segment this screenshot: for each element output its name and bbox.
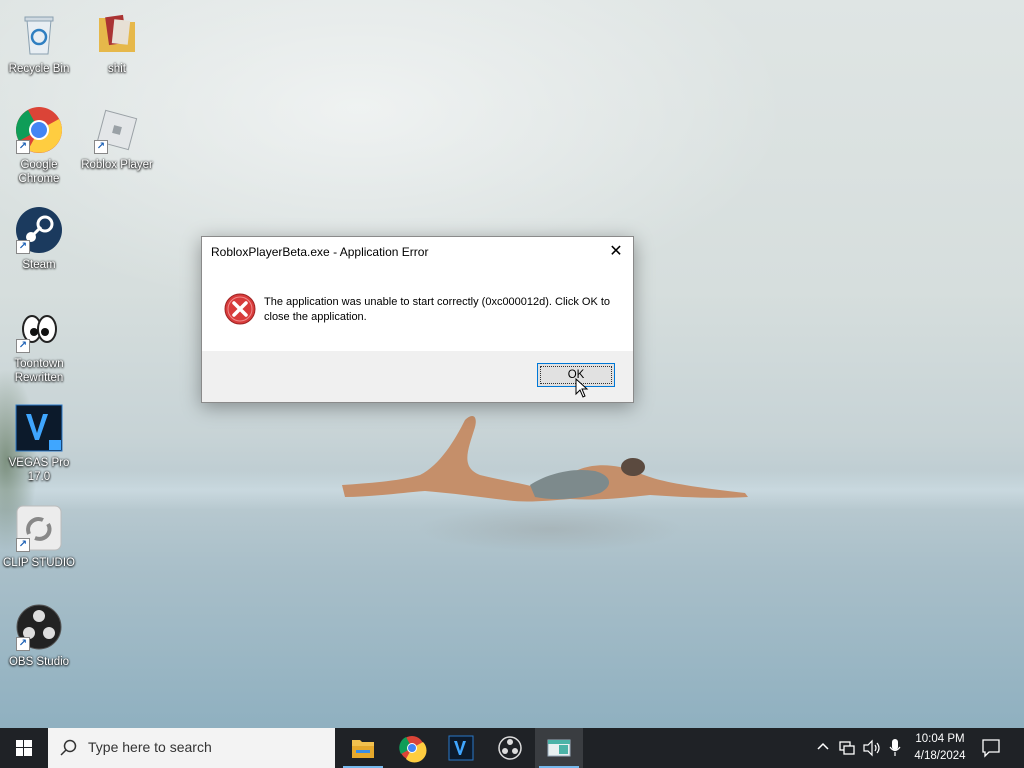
desktop-icon-toontown[interactable]: ↗ Toontown Rewritten [0, 305, 78, 385]
desktop-icon-label: Steam [22, 259, 56, 271]
file-explorer-icon [352, 740, 374, 758]
clip-studio-icon: ↗ [15, 504, 63, 552]
vegas-pro-icon [15, 404, 63, 452]
chevron-up-icon [817, 742, 829, 750]
shortcut-arrow-icon: ↗ [94, 140, 108, 154]
taskbar-roblox-window[interactable] [535, 728, 583, 768]
clock-time: 10:04 PM [915, 733, 965, 745]
desktop-icon-steam[interactable]: ↗ Steam [0, 206, 78, 272]
error-icon [224, 293, 256, 330]
desktop-icon-folder[interactable]: shit [78, 10, 156, 76]
shortcut-arrow-icon: ↗ [16, 339, 30, 353]
microphone-button[interactable] [888, 738, 902, 761]
steam-icon: ↗ [15, 206, 63, 254]
desktop-icon-vegas-pro[interactable]: VEGAS Pro 17.0 [0, 404, 78, 484]
shortcut-arrow-icon: ↗ [16, 240, 30, 254]
dialog-title: RobloxPlayerBeta.exe - Application Error [211, 245, 429, 259]
dialog-titlebar[interactable]: RobloxPlayerBeta.exe - Application Error… [202, 237, 633, 267]
desktop-icon-label: Toontown Rewritten [14, 358, 64, 384]
desktop-icon-label: CLIP STUDIO [3, 557, 75, 569]
desktop-icon-label: Google Chrome [18, 159, 60, 185]
dialog-footer: OK [202, 351, 633, 402]
error-message: The application was unable to start corr… [264, 296, 611, 323]
chrome-icon: ↗ [15, 106, 63, 154]
wallpaper-figure [342, 415, 748, 502]
taskbar: Type here to search 10:04 PM 4/18/2024 [0, 728, 1024, 768]
search-icon [60, 739, 77, 756]
taskbar-chrome[interactable] [388, 728, 436, 768]
wallpaper-reflection [360, 505, 740, 585]
roblox-icon: ↗ [93, 106, 141, 154]
search-placeholder: Type here to search [88, 739, 212, 755]
shortcut-arrow-icon: ↗ [16, 637, 30, 651]
close-button[interactable]: ✕ [599, 237, 633, 267]
desktop-icon-clip-studio[interactable]: ↗ CLIP STUDIO [0, 504, 78, 570]
clock-button[interactable]: 10:04 PM 4/18/2024 [905, 731, 975, 765]
desktop-icon-chrome[interactable]: ↗ Google Chrome [0, 106, 78, 186]
clock-date: 4/18/2024 [914, 750, 966, 762]
shortcut-arrow-icon: ↗ [16, 140, 30, 154]
shortcut-arrow-icon: ↗ [16, 538, 30, 552]
desktop-icon-label: VEGAS Pro 17.0 [8, 457, 70, 483]
desktop-icon-roblox[interactable]: ↗ Roblox Player [78, 106, 156, 172]
show-hidden-icons-button[interactable] [816, 738, 830, 757]
taskbar-vegas-pro[interactable] [437, 728, 485, 768]
start-button[interactable] [0, 728, 48, 768]
network-icon [839, 741, 855, 755]
obs-icon [498, 736, 522, 760]
desktop-icon-label: Roblox Player [81, 159, 153, 171]
speaker-icon [863, 739, 880, 757]
mouse-cursor-icon [575, 378, 589, 398]
search-box[interactable]: Type here to search [48, 728, 335, 768]
vegas-pro-icon [448, 735, 474, 761]
network-status-button[interactable] [838, 739, 856, 760]
obs-icon: ↗ [15, 603, 63, 651]
folder-icon [93, 10, 141, 58]
taskbar-file-explorer[interactable] [339, 728, 387, 768]
dialog-body: The application was unable to start corr… [202, 267, 633, 351]
desktop-icon-label: OBS Studio [8, 656, 70, 668]
chrome-icon [399, 736, 427, 763]
toontown-icon: ↗ [15, 305, 63, 353]
recycle-bin-icon [15, 10, 63, 58]
desktop-icon-obs[interactable]: ↗ OBS Studio [0, 603, 78, 669]
roblox-window-icon [547, 739, 571, 757]
action-center-button[interactable] [980, 737, 1002, 764]
notification-icon [982, 739, 1000, 758]
desktop-icon-recycle-bin[interactable]: Recycle Bin [0, 10, 78, 76]
windows-logo-icon [16, 740, 32, 756]
microphone-icon [889, 739, 901, 756]
volume-button[interactable] [862, 739, 882, 760]
desktop-icon-label: Recycle Bin [8, 63, 70, 75]
application-error-dialog: RobloxPlayerBeta.exe - Application Error… [201, 236, 634, 403]
desktop-icon-label: shit [108, 63, 126, 75]
taskbar-obs[interactable] [486, 728, 534, 768]
